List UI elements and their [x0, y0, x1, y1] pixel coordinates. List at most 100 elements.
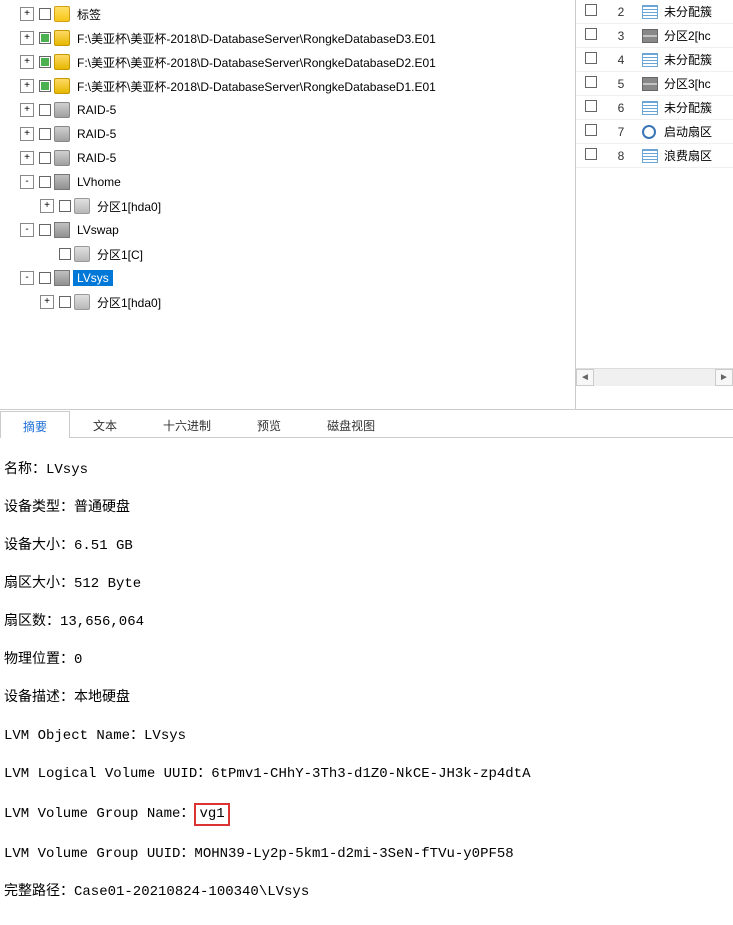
checkbox[interactable] — [39, 176, 51, 188]
checkbox[interactable] — [59, 200, 71, 212]
checkbox[interactable] — [585, 76, 597, 88]
table-row[interactable]: 6未分配簇 — [576, 96, 733, 120]
detail-sector-count: 扇区数：13,656,064 — [4, 613, 729, 632]
checkbox[interactable] — [39, 32, 51, 44]
checkbox[interactable] — [39, 272, 51, 284]
tab-preview[interactable]: 预览 — [234, 410, 304, 437]
table-row[interactable]: 2未分配簇 — [576, 0, 733, 24]
part-icon — [74, 246, 90, 262]
tree-item-label: LVswap — [73, 222, 123, 238]
tree-item[interactable]: + RAID-5 — [0, 146, 575, 170]
row-num: 5 — [606, 77, 636, 91]
lock-icon — [54, 54, 70, 70]
tabs: 摘要 文本 十六进制 预览 磁盘视图 — [0, 410, 733, 438]
tree-item[interactable]: + F:\美亚杯\美亚杯-2018\D-DatabaseServer\Rongke… — [0, 50, 575, 74]
raid-icon — [54, 150, 70, 166]
toggle-icon[interactable]: + — [20, 103, 34, 117]
checkbox[interactable] — [39, 128, 51, 140]
tree-item[interactable]: + 标签 — [0, 2, 575, 26]
checkbox[interactable] — [39, 8, 51, 20]
tree-item[interactable]: + F:\美亚杯\美亚杯-2018\D-DatabaseServer\Rongke… — [0, 74, 575, 98]
detail-size: 设备大小：6.51 GB — [4, 537, 729, 556]
checkbox[interactable] — [585, 4, 597, 16]
details-panel: 名称：LVsys 设备类型：普通硬盘 设备大小：6.51 GB 扇区大小：512… — [0, 438, 733, 925]
checkbox[interactable] — [585, 28, 597, 40]
lv-icon — [54, 222, 70, 238]
tree-item-label: LVsys — [73, 270, 113, 286]
toggle-icon[interactable]: + — [20, 55, 34, 69]
toggle-icon[interactable]: + — [40, 199, 54, 213]
checkbox[interactable] — [39, 104, 51, 116]
tree-item[interactable]: +RAID-5 — [0, 122, 575, 146]
checkbox[interactable] — [585, 52, 597, 64]
bars-icon — [642, 77, 658, 91]
tab-text[interactable]: 文本 — [70, 410, 140, 437]
tab-hex[interactable]: 十六进制 — [140, 410, 234, 437]
tree-item-label: F:\美亚杯\美亚杯-2018\D-DatabaseServer\RongkeD… — [73, 77, 440, 96]
tree-item-label: RAID-5 — [73, 150, 120, 166]
checkbox[interactable] — [39, 56, 51, 68]
table-row[interactable]: 4 未分配簇 — [576, 48, 733, 72]
checkbox[interactable] — [39, 224, 51, 236]
row-num: 8 — [606, 149, 636, 163]
tree-item[interactable]: 分区1[C] — [0, 242, 575, 266]
detail-lvm-lv-uuid: LVM Logical Volume UUID：6tPmv1-CHhY-3Th3… — [4, 765, 729, 784]
detail-fullpath: 完整路径：Case01-20210824-100340\LVsys — [4, 883, 729, 902]
toggle-icon[interactable]: + — [20, 151, 34, 165]
row-text: 启动扇区 — [658, 123, 718, 140]
checkbox[interactable] — [585, 124, 597, 136]
tree-item-label: 分区1[hda0] — [93, 293, 165, 312]
toggle-icon[interactable]: - — [20, 175, 34, 189]
tree-item-label: F:\美亚杯\美亚杯-2018\D-DatabaseServer\RongkeD… — [73, 53, 440, 72]
horizontal-scrollbar[interactable]: ◄ ► — [576, 368, 733, 386]
tag-icon — [54, 6, 70, 22]
toggle-icon[interactable]: + — [20, 7, 34, 21]
lock-icon — [54, 78, 70, 94]
table-row[interactable]: 7启动扇区 — [576, 120, 733, 144]
toggle-icon[interactable]: + — [40, 295, 54, 309]
checkbox[interactable] — [585, 148, 597, 160]
tree-item[interactable]: + 分区1[hda0] — [0, 290, 575, 314]
table-row[interactable]: 3分区2[hc — [576, 24, 733, 48]
checkbox[interactable] — [585, 100, 597, 112]
checkbox[interactable] — [59, 296, 71, 308]
row-text: 未分配簇 — [658, 3, 718, 20]
checkbox[interactable] — [39, 152, 51, 164]
tree-item[interactable]: - LVsys — [0, 266, 575, 290]
lv-icon — [54, 174, 70, 190]
scroll-right-icon[interactable]: ► — [715, 369, 733, 386]
part-icon — [74, 294, 90, 310]
detail-sector-size: 扇区大小：512 Byte — [4, 575, 729, 594]
row-num: 4 — [606, 53, 636, 67]
row-text: 分区2[hc — [658, 27, 717, 44]
tree-item-label: 标签 — [73, 5, 105, 24]
scroll-left-icon[interactable]: ◄ — [576, 369, 594, 386]
table-row[interactable]: 5分区3[hc — [576, 72, 733, 96]
row-text: 浪费扇区 — [658, 147, 718, 164]
toggle-icon[interactable]: + — [20, 31, 34, 45]
tree-item-label: 分区1[C] — [93, 245, 147, 264]
grid-panel: 2未分配簇3分区2[hc4未分配簇5分区3[hc6未分配簇7启动扇区8浪费扇区 … — [575, 0, 733, 409]
checkbox[interactable] — [59, 248, 71, 260]
tree-item-label: F:\美亚杯\美亚杯-2018\D-DatabaseServer\RongkeD… — [73, 29, 440, 48]
tree-item[interactable]: +RAID-5 — [0, 98, 575, 122]
highlight-vg-name: vg1 — [194, 803, 229, 826]
toggle-icon[interactable]: - — [20, 271, 34, 285]
row-text: 未分配簇 — [658, 51, 718, 68]
table-row[interactable]: 8 浪费扇区 — [576, 144, 733, 168]
lock-icon — [54, 30, 70, 46]
tab-summary[interactable]: 摘要 — [0, 411, 70, 438]
raid-icon — [54, 126, 70, 142]
row-text: 未分配簇 — [658, 99, 718, 116]
tree-item[interactable]: +分区1[hda0] — [0, 194, 575, 218]
tab-diskview[interactable]: 磁盘视图 — [304, 410, 398, 437]
toggle-icon[interactable]: + — [20, 79, 34, 93]
checkbox[interactable] — [39, 80, 51, 92]
toggle-icon[interactable]: + — [20, 127, 34, 141]
detail-name: 名称：LVsys — [4, 461, 729, 480]
toggle-icon[interactable]: - — [20, 223, 34, 237]
tree-item[interactable]: -LVhome — [0, 170, 575, 194]
tree-item[interactable]: - LVswap — [0, 218, 575, 242]
tree-item[interactable]: + F:\美亚杯\美亚杯-2018\D-DatabaseServer\Rongke… — [0, 26, 575, 50]
tree-panel: + 标签 + F:\美亚杯\美亚杯-2018\D-DatabaseServer\Ron… — [0, 0, 575, 409]
